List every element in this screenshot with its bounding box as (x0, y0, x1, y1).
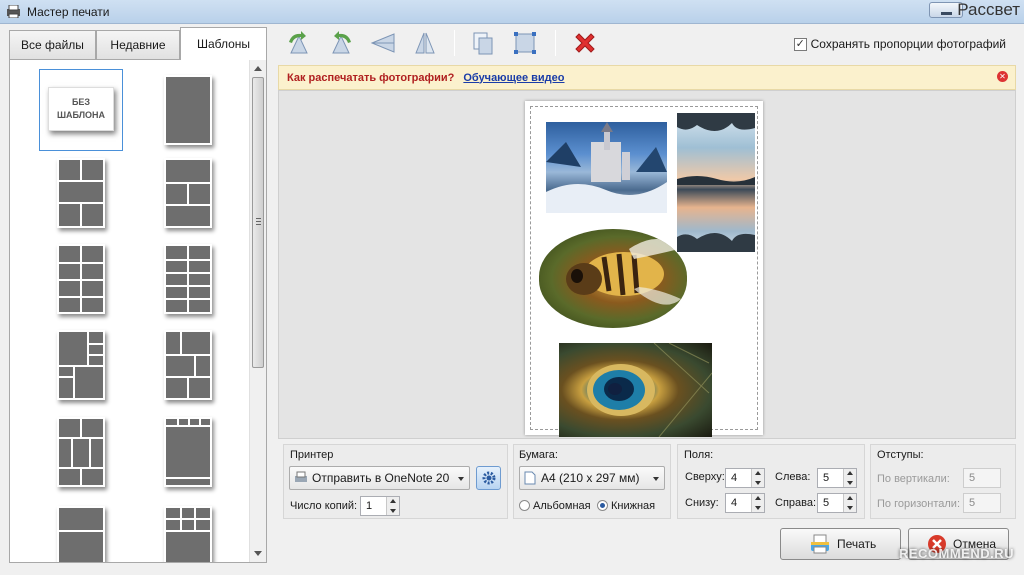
templates-scrollbar[interactable] (249, 60, 266, 562)
paper-preview (525, 101, 763, 437)
template-no-template[interactable]: БЕЗ ШАБЛОНА (39, 69, 123, 151)
margin-right-label: Справа: (775, 497, 817, 509)
tab-all-files[interactable]: Все файлы (9, 30, 96, 59)
print-preview-area (278, 90, 1016, 439)
template-grid-5[interactable] (164, 244, 212, 314)
help-infobar: Как распечатать фотографии? Обучающее ви… (278, 65, 1016, 90)
print-button-label: Печать (837, 537, 877, 551)
window-title: Мастер печати (27, 5, 110, 19)
spacing-horizontal-input[interactable]: 5 (963, 493, 1001, 513)
landscape-radio[interactable] (519, 500, 530, 511)
brand-text: Рассвет (957, 0, 1020, 19)
close-infobar-icon[interactable]: ✕ (997, 71, 1008, 82)
margin-left-stepper[interactable]: 5 (817, 468, 857, 488)
landscape-label: Альбомная (533, 500, 591, 512)
template-mixed-3[interactable] (57, 417, 105, 487)
fit-frame-icon[interactable] (510, 29, 540, 57)
template-mixed-4[interactable] (57, 506, 105, 562)
margin-right-stepper[interactable]: 5 (817, 493, 857, 513)
template-mixed-1[interactable] (57, 330, 105, 400)
tutorial-video-link[interactable]: Обучающее видео (463, 72, 564, 84)
keep-ratio-label: Сохранять пропорции фотографий (810, 37, 1006, 51)
print-wizard-window: Все файлы Недавние Шаблоны БЕЗ ШАБЛОНА ✓… (0, 24, 1024, 575)
help-question: Как распечатать фотографии? (287, 71, 455, 84)
template-single[interactable] (164, 75, 212, 145)
tab-bar: Все файлы Недавние Шаблоны (9, 27, 267, 60)
no-template-card: БЕЗ ШАБЛОНА (48, 87, 114, 131)
photo-sunset-lake[interactable] (677, 113, 755, 252)
flip-vertical-icon[interactable] (410, 29, 440, 57)
paper-size-select[interactable]: A4 (210 x 297 мм) (519, 466, 665, 490)
margin-top-label: Сверху: (685, 471, 725, 483)
scroll-up-icon[interactable] (254, 66, 262, 71)
chevron-down-icon (653, 477, 659, 481)
printer-group: Принтер Отправить в OneNote 20 Число коп… (283, 444, 508, 519)
margin-top-stepper[interactable]: 4 (725, 468, 765, 488)
copies-value: 1 (366, 500, 373, 512)
printer-settings-button[interactable] (476, 466, 501, 490)
spacing-vertical-label: По вертикали: (877, 473, 950, 485)
paper-group-label: Бумага: (519, 449, 558, 461)
toolbar: Сохранять пропорции фотографий (278, 24, 1018, 62)
chevron-down-icon (458, 477, 464, 481)
margins-group: Поля: Сверху: 4 Слева: 5 Снизу: 4 Справа… (677, 444, 865, 519)
duplicate-icon[interactable] (468, 29, 498, 57)
photo-peacock-feather[interactable] (559, 343, 712, 437)
printer-icon (811, 534, 829, 554)
template-grid-2x3[interactable] (57, 158, 105, 228)
copies-label: Число копий: (290, 500, 358, 512)
spacing-group: Отступы: По вертикали: 5 По горизонтали:… (870, 444, 1016, 519)
printer-select[interactable]: Отправить в OneNote 20 (289, 466, 470, 490)
gear-icon (482, 471, 495, 485)
printer-app-icon (7, 5, 20, 18)
margins-group-label: Поля: (684, 449, 714, 461)
printer-selected: Отправить в OneNote 20 (312, 471, 450, 485)
photo-bee[interactable] (539, 229, 687, 328)
printer-group-label: Принтер (290, 449, 334, 461)
keep-ratio-option[interactable]: Сохранять пропорции фотографий (793, 37, 1006, 51)
photo-castle[interactable] (546, 122, 667, 213)
paper-size-selected: A4 (210 x 297 мм) (541, 471, 640, 485)
spacing-horizontal-label: По горизонтали: (877, 498, 960, 510)
margin-bottom-label: Снизу: (685, 497, 719, 509)
template-frame[interactable] (164, 417, 212, 487)
scroll-down-icon[interactable] (254, 551, 262, 556)
watermark-text: RECOMMEND.RU (898, 546, 1014, 561)
scrollbar-thumb[interactable] (252, 77, 264, 368)
rotate-right-icon[interactable] (326, 29, 356, 57)
print-button[interactable]: Печать (780, 528, 901, 560)
portrait-label: Книжная (611, 500, 656, 512)
spacing-vertical-input[interactable]: 5 (963, 468, 1001, 488)
template-grid-3[interactable] (164, 158, 212, 228)
flip-horizontal-icon[interactable] (368, 29, 398, 57)
page-icon (524, 471, 536, 485)
margin-bottom-stepper[interactable]: 4 (725, 493, 765, 513)
template-mixed-5[interactable] (164, 506, 212, 562)
tab-recent[interactable]: Недавние (96, 30, 180, 59)
portrait-radio[interactable] (597, 500, 608, 511)
tab-templates[interactable]: Шаблоны (180, 27, 267, 60)
delete-icon[interactable] (570, 29, 600, 57)
left-panel: Все файлы Недавние Шаблоны БЕЗ ШАБЛОНА (9, 27, 267, 563)
printer-icon (295, 471, 307, 482)
template-grid-4[interactable] (57, 244, 105, 314)
spacing-group-label: Отступы: (877, 449, 924, 461)
template-mixed-2[interactable] (164, 330, 212, 400)
paper-group: Бумага: A4 (210 x 297 мм) Альбомная Книж… (513, 444, 671, 519)
title-bar: Мастер печати Рассвет (0, 0, 1024, 24)
copies-stepper[interactable]: 1 (360, 496, 400, 516)
margin-left-label: Слева: (775, 471, 811, 483)
templates-list: БЕЗ ШАБЛОНА (9, 59, 267, 563)
keep-ratio-checkbox[interactable] (793, 37, 807, 51)
rotate-left-icon[interactable] (284, 29, 314, 57)
